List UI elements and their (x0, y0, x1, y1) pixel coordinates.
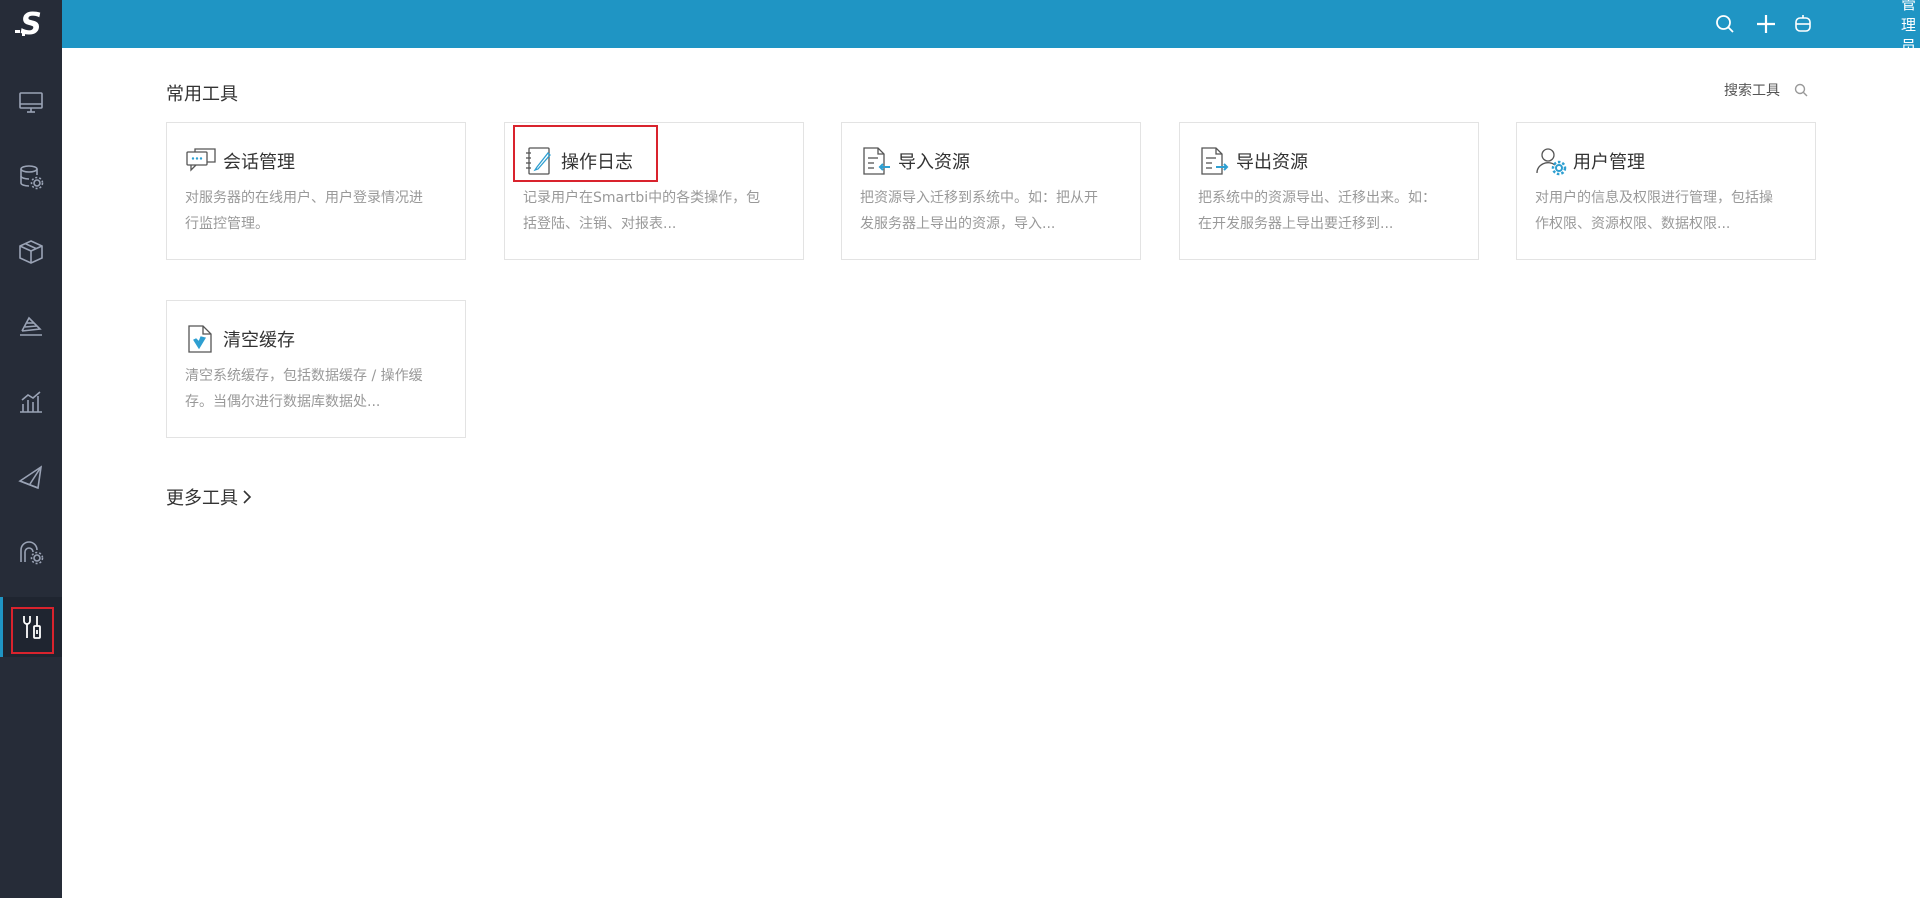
card-description: 清空系统缓存，包括数据缓存 / 操作缓 存。当偶尔进行数据库数据处... (185, 368, 423, 410)
sidebar: S (0, 0, 62, 898)
sidebar-item-publish[interactable] (0, 447, 62, 507)
tool-card-export[interactable]: 导出资源 把系统中的资源导出、迁移出来。如： 在开发服务器上导出要迁移到... (1179, 122, 1479, 260)
section-title: 常用工具 (166, 84, 238, 105)
sidebar-item-system[interactable] (0, 597, 62, 657)
more-tools-link[interactable]: 更多工具 (166, 484, 252, 510)
search-tools-button[interactable]: 搜索工具 (1724, 80, 1808, 100)
sidebar-item-analysis[interactable] (0, 72, 62, 132)
clear-cache-icon (188, 325, 212, 353)
tool-card-clear-cache[interactable]: 清空缓存 清空系统缓存，包括数据缓存 / 操作缓 存。当偶尔进行数据库数据处..… (166, 300, 466, 438)
svg-text:S: S (20, 7, 42, 42)
cube-icon (19, 240, 43, 264)
tool-card-import[interactable]: 导入资源 把资源导入迁移到系统中。如：把从开 发服务器上导出的资源，导入... (841, 122, 1141, 260)
sidebar-item-ops[interactable] (0, 522, 62, 582)
robot-icon[interactable] (1791, 12, 1815, 36)
tool-card-operation-log[interactable]: 操作日志 记录用户在Smartbi中的各类操作，包 括登陆、注销、对报表... (504, 122, 804, 260)
paper-plane-icon (18, 465, 43, 490)
search-icon[interactable] (1713, 12, 1737, 36)
app-logo[interactable]: S (0, 0, 62, 48)
card-title: 清空缓存 (223, 330, 295, 351)
database-gear-icon (20, 165, 44, 190)
user-gear-icon (20, 541, 44, 565)
card-description: 记录用户在Smartbi中的各类操作，包 括登陆、注销、对报表... (523, 190, 761, 232)
card-description: 对用户的信息及权限进行管理，包括操 作权限、资源权限、数据权限... (1535, 190, 1773, 232)
search-icon (1794, 83, 1808, 97)
sidebar-item-model[interactable] (0, 222, 62, 282)
highlight-box (11, 607, 54, 654)
search-tools-label: 搜索工具 (1724, 83, 1780, 99)
plus-icon[interactable] (1754, 12, 1778, 36)
bar-chart-icon (20, 391, 42, 413)
logo-icon: S (15, 7, 42, 42)
user-settings-icon (1536, 148, 1567, 176)
card-title: 操作日志 (561, 152, 633, 173)
user-menu[interactable]: 管理员 (1901, 0, 1920, 55)
sidebar-item-data[interactable] (0, 147, 62, 207)
card-description: 对服务器的在线用户、用户登录情况进 行监控管理。 (185, 190, 423, 232)
monitor-icon (19, 92, 43, 113)
more-tools-label: 更多工具 (166, 488, 238, 509)
card-title: 用户管理 (1573, 152, 1645, 173)
layers-icon (20, 316, 42, 336)
sidebar-item-report[interactable] (0, 372, 62, 432)
user-name: 管理员 (1901, 0, 1917, 55)
chat-icon (186, 148, 216, 172)
import-icon (863, 147, 890, 175)
card-title: 导入资源 (898, 152, 970, 173)
card-title: 会话管理 (223, 152, 295, 173)
topbar: 管理员 (62, 0, 1920, 55)
tool-card-user-management[interactable]: 用户管理 对用户的信息及权限进行管理，包括操 作权限、资源权限、数据权限... (1516, 122, 1816, 260)
tool-card-session[interactable]: 会话管理 对服务器的在线用户、用户登录情况进 行监控管理。 (166, 122, 466, 260)
sidebar-item-mining[interactable] (0, 297, 62, 357)
export-icon (1201, 147, 1229, 175)
chevron-right-icon (243, 490, 252, 504)
card-description: 把系统中的资源导出、迁移出来。如： 在开发服务器上导出要迁移到... (1198, 190, 1436, 232)
card-title: 导出资源 (1236, 152, 1308, 173)
card-description: 把资源导入迁移到系统中。如：把从开 发服务器上导出的资源，导入... (860, 190, 1098, 232)
log-edit-icon (526, 147, 551, 175)
